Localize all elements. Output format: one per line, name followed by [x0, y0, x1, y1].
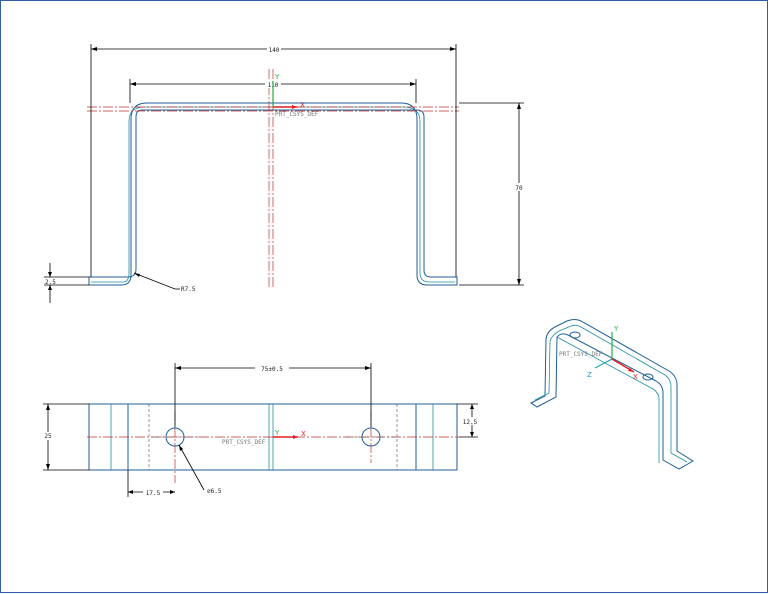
csys-x-arrow: [292, 105, 297, 109]
hole-dia-leader: [178, 444, 205, 491]
front-view[interactable]: 140 110 70 2.5 R7.5 X Y PRT_CSYS_DEF: [44, 44, 524, 303]
dim-radius-text[interactable]: R7.5: [181, 286, 196, 293]
csys-label[interactable]: PRT_CSYS_DEF: [275, 111, 319, 118]
csys-y-label: Y: [274, 73, 280, 81]
top-csys-x-label: X: [301, 430, 306, 438]
iso-csys-label[interactable]: PRT_CSYS_DEF: [559, 351, 603, 358]
radius-leader-line: [133, 272, 176, 290]
hole-dia-arrow: [179, 445, 183, 451]
dim-overall-width-text[interactable]: 140: [269, 47, 280, 54]
dim-thickness-text[interactable]: 2.5: [45, 279, 56, 286]
dim-hole-spacing-text[interactable]: 75±0.5: [261, 366, 283, 373]
top-view[interactable]: 75±0.5 25 12.5 17.5 ⌀6.5 X Y PRT_CSYS_DE…: [42, 363, 479, 497]
top-csys-label[interactable]: PRT_CSYS_DEF: [222, 439, 266, 446]
dim-half-width-text[interactable]: 12.5: [463, 419, 478, 426]
iso-csys-y-label: Y: [613, 325, 619, 333]
dim-edge-offset-text[interactable]: 17.5: [146, 490, 161, 497]
drawing-canvas: 140 110 70 2.5 R7.5 X Y PRT_CSYS_DEF: [42, 44, 694, 497]
iso-csys-z-label: Z: [587, 371, 592, 379]
dim-width-text[interactable]: 25: [44, 433, 52, 440]
iso-bracket-inner: [534, 324, 688, 463]
iso-hole-left: [569, 331, 581, 339]
dim-hole-dia-text[interactable]: ⌀6.5: [207, 488, 222, 495]
iso-csys-z-axis: [594, 358, 613, 369]
dim-height-text[interactable]: 70: [515, 185, 523, 192]
drawing-sheet: 140 110 70 2.5 R7.5 X Y PRT_CSYS_DEF: [0, 0, 768, 593]
top-csys-x-arrow: [293, 435, 298, 439]
top-csys-y-label: Y: [274, 429, 280, 437]
iso-csys-x-label: X: [633, 373, 638, 381]
radius-arrowhead: [134, 273, 140, 277]
csys-x-label: X: [300, 101, 305, 109]
isometric-view[interactable]: X Y Z PRT_CSYS_DEF: [530, 319, 694, 470]
